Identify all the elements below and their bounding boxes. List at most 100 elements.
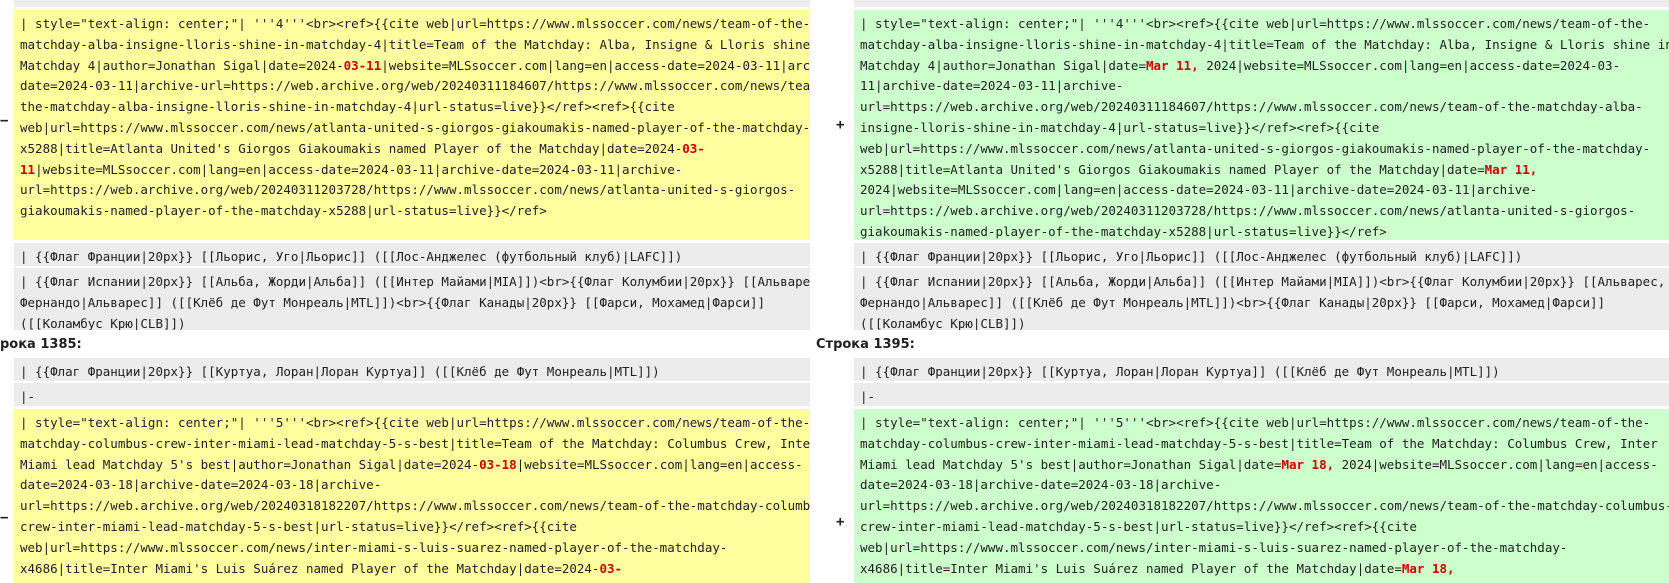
diff-line: web|url=https://www.mlssoccer.com/news/i… bbox=[860, 538, 1663, 559]
added-line-block: | style="text-align: center;"| '''5'''<b… bbox=[854, 409, 1669, 583]
addition-marker: + bbox=[836, 117, 845, 133]
changed-text: 03- bbox=[599, 560, 623, 576]
changed-text: Mar 11, bbox=[1484, 161, 1538, 177]
context-text: | {{Флаг Испании|20px}} [[Альба, Жорди|А… bbox=[860, 272, 1666, 330]
changed-text: Mar 18, bbox=[1401, 560, 1455, 576]
unchanged-text: date=2024-03-11|archive-url=https://web.… bbox=[20, 78, 810, 94]
unchanged-text: web|url=https://www.mlssoccer.com/news/i… bbox=[20, 539, 728, 555]
diff-line: web|url=https://www.mlssoccer.com/news/a… bbox=[20, 118, 810, 139]
diff-line: x5288|title=Atlanta United's Giorgos Gia… bbox=[20, 139, 804, 160]
diff-line: x4686|title=Inter Miami's Luis Suárez na… bbox=[20, 559, 804, 580]
unchanged-text: | style="text-align: center;"| '''5'''<b… bbox=[20, 415, 810, 430]
unchanged-text: web|url=https://www.mlssoccer.com/news/i… bbox=[860, 539, 1568, 555]
diff-line: x4686|title=Inter Miami's Luis Suárez na… bbox=[860, 559, 1663, 580]
context-line: |- bbox=[854, 383, 1669, 406]
unchanged-text: x5288|title=Atlanta United's Giorgos Gia… bbox=[860, 161, 1485, 177]
diff-line: web|url=https://www.mlssoccer.com/news/a… bbox=[860, 139, 1663, 160]
diff-line: url=https://web.archive.org/web/20240311… bbox=[860, 201, 1663, 222]
diff-line: Matchday 4|author=Jonathan Sigal|date=Ma… bbox=[860, 56, 1663, 77]
context-line: |- bbox=[14, 383, 810, 406]
diff-line: date=2024-03-18|archive-date=2024-03-18|… bbox=[20, 475, 804, 496]
context-line: | {{Флаг Франции|20px}} [[Льорис, Уго|Ль… bbox=[854, 243, 1669, 266]
unchanged-text: url=https://web.archive.org/web/20240318… bbox=[860, 498, 1669, 514]
context-line: | {{Флаг Франции|20px}} [[Куртуа, Лоран|… bbox=[854, 358, 1669, 381]
text-line: | {{Флаг Испании|20px}} [[Альба, Жорди|А… bbox=[20, 274, 810, 289]
unchanged-text: giakoumakis-named-player-of-the-matchday… bbox=[20, 203, 547, 219]
diff-line: matchday-columbus-crew-inter-miami-lead-… bbox=[860, 434, 1663, 455]
diff-text: | style="text-align: center;"| '''4'''<b… bbox=[20, 14, 810, 222]
unchanged-text: Miami lead Matchday 5's best|author=Jona… bbox=[860, 456, 1282, 472]
diff-line: Miami lead Matchday 5's best|author=Jona… bbox=[20, 455, 804, 476]
diff-line: 11|website=MLSsoccer.com|lang=en|access-… bbox=[20, 160, 804, 181]
unchanged-text: url=https://web.archive.org/web/20240311… bbox=[860, 99, 1643, 115]
unchanged-text: url=https://web.archive.org/web/20240311… bbox=[20, 182, 796, 198]
unchanged-text: x4686|title=Inter Miami's Luis Suárez na… bbox=[20, 560, 600, 576]
diff-line: web|url=https://www.mlssoccer.com/news/i… bbox=[20, 538, 804, 559]
unchanged-text: |website=MLSsoccer.com|lang=en|access- bbox=[516, 456, 803, 472]
diff-line: url=https://web.archive.org/web/20240311… bbox=[20, 180, 804, 201]
diff-line: url=https://web.archive.org/web/20240318… bbox=[860, 496, 1669, 517]
diff-line: insigne-lloris-shine-in-matchday-4|url-s… bbox=[860, 118, 1663, 139]
diff-line: 2024|website=MLSsoccer.com|lang=en|acces… bbox=[860, 180, 1663, 201]
diff-line: 11|archive-date=2024-03-11|archive- bbox=[860, 76, 1663, 97]
text-line: Фернандо|Альварес]] ([[Клёб де Фут Монре… bbox=[860, 294, 1606, 310]
unchanged-text: Matchday 4|author=Jonathan Sigal|date=20… bbox=[20, 57, 344, 73]
unchanged-text: | style="text-align: center;"| '''4'''<b… bbox=[860, 16, 1651, 31]
unchanged-text: 11|archive-date=2024-03-11|archive- bbox=[860, 78, 1124, 94]
changed-text: 11 bbox=[20, 161, 36, 177]
changed-text: 03-18 bbox=[479, 456, 517, 472]
unchanged-text: 2024|website=MLSsoccer.com|lang=en|acces… bbox=[1334, 456, 1658, 472]
unchanged-text: crew-inter-miami-lead-matchday-5-s-best|… bbox=[20, 518, 577, 534]
diff-text: | style="text-align: center;"| '''4'''<b… bbox=[860, 14, 1669, 240]
diff-line: matchday-alba-insigne-lloris-shine-in-ma… bbox=[860, 35, 1669, 56]
diff-line: | style="text-align: center;"| '''5'''<b… bbox=[20, 413, 810, 434]
text-line: ([[Коламбус Крю|CLB]]) bbox=[860, 315, 1026, 330]
diff-line: giakoumakis-named-player-of-the-matchday… bbox=[860, 222, 1663, 240]
unchanged-text: url=https://web.archive.org/web/20240318… bbox=[20, 498, 810, 514]
added-line-block: | style="text-align: center;"| '''4'''<b… bbox=[854, 10, 1669, 240]
unchanged-text: matchday-columbus-crew-inter-miami-lead-… bbox=[860, 435, 1658, 451]
context-row-top-partial bbox=[854, 0, 1669, 7]
diff-line: matchday-alba-insigne-lloris-shine-in-ma… bbox=[20, 35, 810, 56]
line-number-header: рока 1385: bbox=[0, 337, 82, 352]
deleted-line-block: | style="text-align: center;"| '''5'''<b… bbox=[14, 409, 810, 583]
diff-line: x5288|title=Atlanta United's Giorgos Gia… bbox=[860, 160, 1663, 181]
diff-line: date=2024-03-18|archive-date=2024-03-18|… bbox=[860, 475, 1663, 496]
unchanged-text: date=2024-03-18|archive-date=2024-03-18|… bbox=[20, 477, 382, 493]
diff-line: url=https://web.archive.org/web/20240311… bbox=[860, 97, 1663, 118]
addition-marker: + bbox=[836, 514, 845, 530]
changed-text: Mar 18, bbox=[1281, 456, 1335, 472]
text-line: | {{Флаг Испании|20px}} [[Альба, Жорди|А… bbox=[860, 274, 1666, 289]
unchanged-text: date=2024-03-18|archive-date=2024-03-18|… bbox=[860, 477, 1222, 493]
diff-line: crew-inter-miami-lead-matchday-5-s-best|… bbox=[20, 517, 804, 538]
text-line: ([[Коламбус Крю|CLB]]) bbox=[20, 315, 186, 330]
diff-line: crew-inter-miami-lead-matchday-5-s-best|… bbox=[860, 517, 1663, 538]
unchanged-text: | style="text-align: center;"| '''4'''<b… bbox=[20, 16, 810, 31]
diff-line: giakoumakis-named-player-of-the-matchday… bbox=[20, 201, 804, 222]
changed-text: 03-11 bbox=[343, 57, 382, 73]
deletion-marker: − bbox=[0, 510, 9, 526]
unchanged-text: web|url=https://www.mlssoccer.com/news/a… bbox=[860, 140, 1651, 156]
changed-text: Mar 11, bbox=[1145, 57, 1199, 73]
unchanged-text: the-matchday-alba-insigne-lloris-shine-i… bbox=[20, 99, 675, 115]
diff-line: | style="text-align: center;"| '''4'''<b… bbox=[860, 14, 1663, 35]
unchanged-text: web|url=https://www.mlssoccer.com/news/a… bbox=[20, 119, 810, 135]
diff-text: | style="text-align: center;"| '''5'''<b… bbox=[860, 413, 1669, 580]
context-line: | {{Флаг Испании|20px}} [[Альба, Жорди|А… bbox=[14, 268, 810, 330]
unchanged-text: x5288|title=Atlanta United's Giorgos Gia… bbox=[20, 140, 683, 156]
unchanged-text: matchday-alba-insigne-lloris-shine-in-ma… bbox=[20, 36, 810, 52]
line-number-header: Строка 1395: bbox=[816, 337, 915, 352]
diff-line: Miami lead Matchday 5's best|author=Jona… bbox=[860, 455, 1663, 476]
context-line: | {{Флаг Франции|20px}} [[Куртуа, Лоран|… bbox=[14, 358, 810, 381]
diff-line: url=https://web.archive.org/web/20240318… bbox=[20, 496, 810, 517]
unchanged-text: Matchday 4|author=Jonathan Sigal|date= bbox=[860, 57, 1146, 73]
unchanged-text: insigne-lloris-shine-in-matchday-4|url-s… bbox=[860, 119, 1380, 135]
deletion-marker: − bbox=[0, 113, 9, 129]
diff-line: | style="text-align: center;"| '''4'''<b… bbox=[20, 14, 810, 35]
context-text: | {{Флаг Испании|20px}} [[Альба, Жорди|А… bbox=[20, 272, 810, 330]
diff-line: matchday-columbus-crew-inter-miami-lead-… bbox=[20, 434, 810, 455]
text-line: Фернандо|Альварес]] ([[Клёб де Фут Монре… bbox=[20, 294, 766, 310]
unchanged-text: 2024|website=MLSsoccer.com|lang=en|acces… bbox=[860, 182, 1538, 198]
unchanged-text: crew-inter-miami-lead-matchday-5-s-best|… bbox=[860, 518, 1417, 534]
unchanged-text: matchday-alba-insigne-lloris-shine-in-ma… bbox=[860, 36, 1669, 52]
